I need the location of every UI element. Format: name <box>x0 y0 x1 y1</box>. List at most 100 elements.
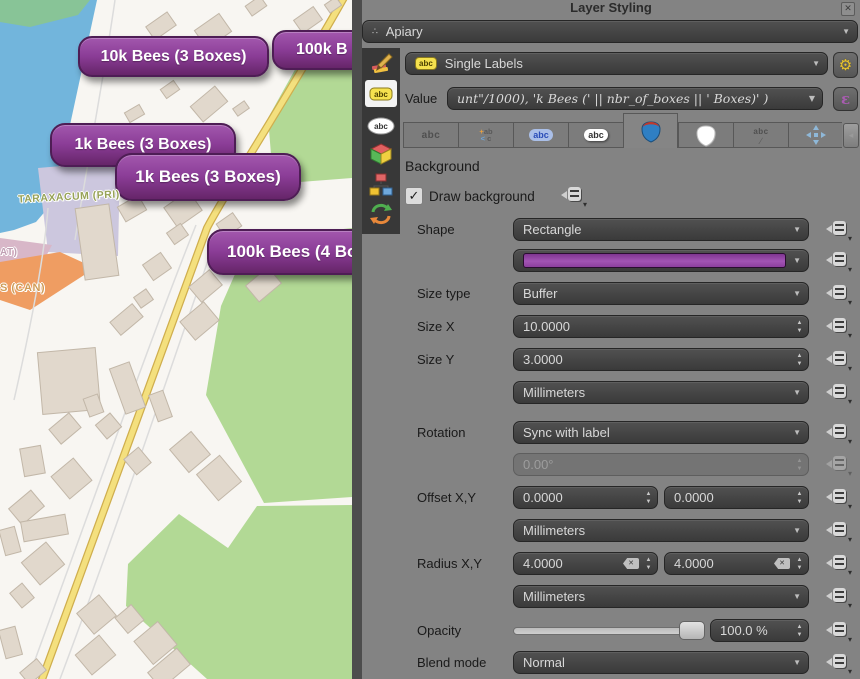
spin-buttons[interactable]: ▲▼ <box>792 455 807 474</box>
label-mode-selector[interactable]: abc Single Labels ▼ <box>405 52 828 75</box>
size-y-spinbox[interactable]: 3.0000▲▼ <box>513 348 809 371</box>
size-x-spinbox[interactable]: 10.0000▲▼ <box>513 315 809 338</box>
row-label: Offset X,Y <box>417 490 476 505</box>
radius-x-y-y-spinbox[interactable]: 4.0000✕▲▼ <box>664 552 809 575</box>
spin-buttons[interactable]: ▲▼ <box>792 554 807 573</box>
map-canvas[interactable]: 10k Bees (3 Boxes)100k B 1k Bees (3 Boxes… <box>0 0 352 679</box>
value-expression-field[interactable]: unt"/1000), 'k Bees (' || nbr_of_boxes |… <box>447 87 823 110</box>
size-type-combobox[interactable]: Buffer▼ <box>513 282 809 305</box>
data-defined-override-button[interactable]: ▾ <box>822 455 850 475</box>
tab-placement[interactable]: abc∕ <box>733 122 788 148</box>
fill-color-button[interactable]: ▼ <box>513 249 809 272</box>
data-defined-override-button[interactable]: ▾ <box>822 423 850 443</box>
sidebar-tool-history-icon[interactable] <box>365 200 397 227</box>
data-defined-override-button[interactable]: ▾ <box>822 284 850 304</box>
millimeters-combobox[interactable]: Millimeters▼ <box>513 381 809 404</box>
color-swatch <box>523 253 786 268</box>
data-defined-override-button[interactable]: ▾ <box>557 186 585 206</box>
sidebar-tool-diagrams-icon[interactable] <box>365 170 397 197</box>
expression-text: unt"/1000), 'k Bees (' || nbr_of_boxes |… <box>457 91 768 106</box>
tab-buffer[interactable]: abc <box>513 122 568 148</box>
row-label: Size X <box>417 319 455 334</box>
close-icon[interactable]: ✕ <box>841 2 855 16</box>
svg-text:abc: abc <box>374 122 388 131</box>
data-defined-override-button[interactable]: ▾ <box>822 653 850 673</box>
bee-count-map-label: 100k B <box>272 30 352 70</box>
label-settings-tabbar: abc+ab< cabcabcabc∕◂▸ <box>403 113 860 148</box>
gear-icon: ⚙ <box>839 56 852 74</box>
place-map-label: AT) <box>0 247 17 258</box>
offset-x-y-x-spinbox[interactable]: 0.0000▲▼ <box>513 486 658 509</box>
data-defined-override-button[interactable]: ▾ <box>822 350 850 370</box>
draw-background-checkbox[interactable]: ✓ <box>405 187 423 205</box>
label-mode-value: Single Labels <box>445 56 523 71</box>
spin-buttons[interactable]: ▲▼ <box>792 621 807 640</box>
tab-scroll-left[interactable]: ◂ <box>843 123 859 148</box>
chevron-down-icon: ▼ <box>793 659 801 667</box>
opacity-spinbox[interactable]: 100.0 %▲▼ <box>710 619 809 642</box>
sidebar-tool-view-3d-icon[interactable] <box>365 140 397 167</box>
spin-buttons[interactable]: ▲▼ <box>792 350 807 369</box>
data-defined-override-button[interactable]: ▾ <box>822 621 850 641</box>
row-label: Radius X,Y <box>417 556 482 571</box>
data-defined-override-button[interactable]: ▾ <box>822 317 850 337</box>
shape-combobox[interactable]: Rectangle▼ <box>513 218 809 241</box>
tab-text[interactable]: abc <box>403 122 458 148</box>
tab-mask[interactable]: abc <box>568 122 623 148</box>
row-label: Size Y <box>417 352 454 367</box>
sidebar-tool-labels-icon[interactable]: abc <box>365 80 397 107</box>
data-defined-override-button[interactable]: ▾ <box>822 587 850 607</box>
chevron-down-icon: ▼ <box>793 389 801 397</box>
data-defined-override-button[interactable]: ▾ <box>822 251 850 271</box>
styling-tool-strip: abc abc <box>362 48 400 234</box>
chevron-down-icon: ▼ <box>842 28 850 36</box>
point-layer-icon: ∴ <box>372 26 379 37</box>
data-defined-override-button[interactable]: ▾ <box>822 554 850 574</box>
opacity-slider[interactable] <box>513 627 705 635</box>
spin-buttons[interactable]: ▲▼ <box>792 488 807 507</box>
tab-formatting[interactable]: +ab< c <box>458 122 513 148</box>
data-defined-override-button[interactable]: ▾ <box>822 488 850 508</box>
svg-text:abc: abc <box>374 90 388 99</box>
tab-shadow[interactable] <box>678 122 733 148</box>
tab-background[interactable] <box>623 113 678 148</box>
epsilon-icon: ε <box>841 90 850 108</box>
chevron-down-icon: ▼ <box>793 257 801 265</box>
value-label: Value <box>405 91 437 106</box>
millimeters-combobox[interactable]: Millimeters▼ <box>513 519 809 542</box>
data-defined-override-button[interactable]: ▾ <box>822 521 850 541</box>
0-00--spinbox[interactable]: 0.00°▲▼ <box>513 453 809 476</box>
spin-buttons[interactable]: ▲▼ <box>792 317 807 336</box>
opacity-slider-handle[interactable] <box>679 621 705 640</box>
bee-count-map-label: 100k Bees (4 Boxe <box>207 229 352 275</box>
data-defined-override-button[interactable]: ▾ <box>822 383 850 403</box>
offset-x-y-y-spinbox[interactable]: 0.0000▲▼ <box>664 486 809 509</box>
rotation-combobox[interactable]: Sync with label▼ <box>513 421 809 444</box>
spin-buttons[interactable]: ▲▼ <box>641 488 656 507</box>
row-label: Blend mode <box>417 655 486 670</box>
millimeters-combobox[interactable]: Millimeters▼ <box>513 585 809 608</box>
row-label: Shape <box>417 222 455 237</box>
spin-buttons[interactable]: ▲▼ <box>641 554 656 573</box>
tab-callouts[interactable] <box>788 122 842 148</box>
radius-x-y-x-spinbox[interactable]: 4.0000✕▲▼ <box>513 552 658 575</box>
clear-icon[interactable]: ✕ <box>774 558 790 569</box>
qgis-window: 10k Bees (3 Boxes)100k B 1k Bees (3 Boxes… <box>0 0 860 679</box>
sidebar-tool-symbology-icon[interactable] <box>365 50 397 77</box>
layer-selector[interactable]: ∴ Apiary ▼ <box>362 20 858 43</box>
blend-mode-combobox[interactable]: Normal▼ <box>513 651 809 674</box>
chevron-down-icon: ▼ <box>793 290 801 298</box>
expression-builder-button[interactable]: ε <box>833 87 858 111</box>
chevron-down-icon: ▼ <box>793 593 801 601</box>
clear-icon[interactable]: ✕ <box>623 558 639 569</box>
automated-placement-button[interactable]: ⚙ <box>833 52 858 78</box>
data-defined-override-button[interactable]: ▾ <box>822 220 850 240</box>
sidebar-tool-mask-icon[interactable]: abc <box>365 112 397 139</box>
abc-label-icon: abc <box>415 57 437 70</box>
panel-splitter[interactable] <box>352 0 362 679</box>
bee-count-map-label: 10k Bees (3 Boxes) <box>78 36 269 77</box>
bee-count-map-label: 1k Bees (3 Boxes) <box>115 153 301 201</box>
chevron-down-icon: ▼ <box>793 527 801 535</box>
place-map-label: S (CAN) <box>0 282 45 294</box>
chevron-down-icon: ▼ <box>812 60 820 68</box>
